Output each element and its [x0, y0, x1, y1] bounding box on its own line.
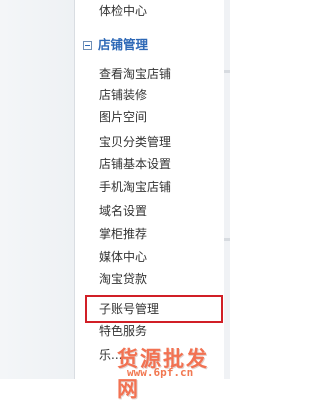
watermark-url: www.6pf.cn: [127, 366, 194, 379]
sidebar-item-basic-settings[interactable]: 店铺基本设置: [99, 153, 171, 175]
sidebar-item-image-space[interactable]: 图片空间: [99, 106, 147, 128]
left-rail: [0, 0, 74, 379]
sidebar-item-shopkeeper-recommend[interactable]: 掌柜推荐: [99, 223, 147, 245]
section-title: 店铺管理: [98, 37, 149, 52]
sidebar-item-category-management[interactable]: 宝贝分类管理: [99, 131, 171, 153]
section-store-management[interactable]: 店铺管理: [83, 35, 148, 55]
collapse-minus-icon[interactable]: [83, 41, 92, 50]
right-scroll-strip: [224, 0, 230, 379]
sidebar-item-view-store[interactable]: 查看淘宝店铺: [99, 63, 171, 85]
strip-divider: [224, 238, 230, 241]
sidebar-item-domain-settings[interactable]: 域名设置: [99, 200, 147, 222]
sidebar-item-special-service[interactable]: 特色服务: [99, 320, 147, 342]
sidebar-item-media-center[interactable]: 媒体中心: [99, 246, 147, 268]
sidebar-item-health-center[interactable]: 体检中心: [99, 0, 147, 22]
sidebar-item-mobile-store[interactable]: 手机淘宝店铺: [99, 176, 171, 198]
sidebar-item-store-decoration[interactable]: 店铺装修: [99, 84, 147, 106]
strip-divider: [224, 70, 230, 73]
highlight-box: [85, 295, 223, 323]
sidebar-item-taobao-loan[interactable]: 淘宝贷款: [99, 268, 147, 290]
